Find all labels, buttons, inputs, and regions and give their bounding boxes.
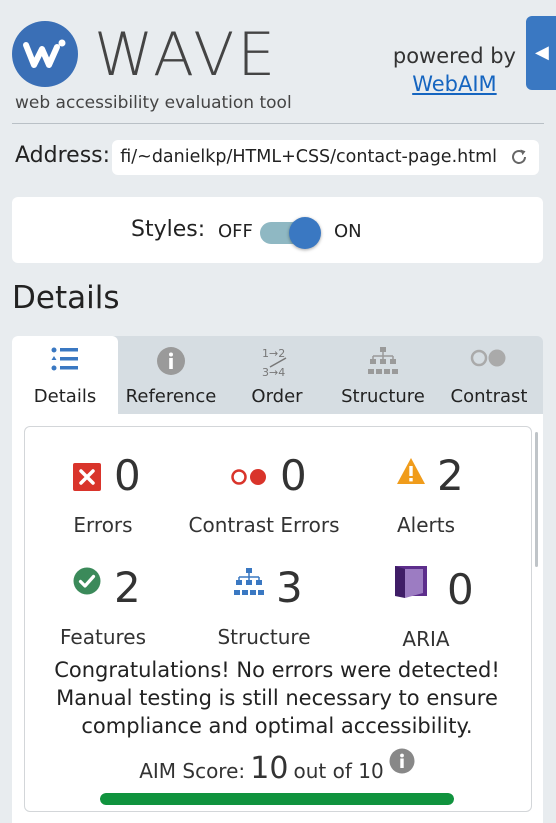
info-icon[interactable] [389,748,415,774]
aim-score-bar-fill [100,793,454,805]
feature-icon [73,567,101,595]
tab-contrast[interactable]: Contrast [436,336,542,414]
header-divider [12,123,544,124]
error-icon [73,463,101,491]
structure-count: 3 [276,563,303,612]
stat-errors[interactable]: 0 Errors [18,451,188,537]
structure-label: Structure [217,625,311,649]
app-title: WAVE [94,20,279,90]
styles-toggle-knob[interactable] [289,217,321,249]
svg-text:3→4: 3→4 [262,366,285,378]
stat-aria[interactable]: 0 ARIA [341,563,511,651]
features-count: 2 [114,563,141,612]
order-icon: 1→2 3→4 [262,347,287,378]
stat-structure[interactable]: 3 Structure [179,563,349,649]
tab-bar: Details Reference 1→2 3→4 Order Structur… [12,336,543,414]
tab-details-label: Details [33,386,97,407]
aria-label: ARIA [402,627,450,651]
tab-order[interactable]: 1→2 3→4 Order [224,336,330,414]
styles-off-label: OFF [218,221,253,242]
tab-reference[interactable]: Reference [118,336,224,414]
contrast-errors-count: 0 [280,451,307,500]
stat-contrast-errors[interactable]: 0 Contrast Errors [179,451,349,537]
congrats-message: Congratulations! No errors were detected… [54,658,500,738]
wave-logo-icon [23,39,66,68]
address-input[interactable]: fi/~danielkp/HTML+CSS/contact-page.html [120,147,497,167]
alerts-count: 2 [437,451,464,500]
address-field[interactable]: fi/~danielkp/HTML+CSS/contact-page.html [112,140,539,175]
powered-by-text: powered by [392,44,516,68]
tab-structure[interactable]: Structure [330,336,436,414]
contrast-error-icon [231,469,266,485]
tab-order-label: Order [251,386,303,407]
powered-by: powered by WebAIM [393,42,516,98]
aim-score-label: AIM Score: [139,759,246,783]
aim-score-out-of: out of 10 [293,759,384,783]
aria-icon [395,566,427,598]
contrast-errors-label: Contrast Errors [188,513,340,537]
info-icon [157,347,185,375]
aim-score-value: 10 [250,751,289,786]
aim-score-bar [100,793,454,805]
app-tagline: web accessibility evaluation tool [15,93,292,113]
styles-label: Styles: [131,217,206,242]
styles-on-label: ON [334,221,362,242]
stat-alerts[interactable]: 2 Alerts [341,451,511,537]
panel-scrollbar[interactable] [535,432,538,567]
errors-count: 0 [114,451,141,500]
tab-details[interactable]: Details [12,336,118,414]
features-label: Features [60,625,146,649]
collapse-sidebar-button[interactable]: ◀ [526,16,556,90]
tab-contrast-label: Contrast [450,386,528,407]
section-title: Details [12,280,120,316]
address-label: Address: [15,143,111,168]
errors-label: Errors [73,513,133,537]
alerts-label: Alerts [396,513,456,537]
aim-score: AIM Score: 10 out of 10 [24,748,530,786]
svg-text:1→2: 1→2 [262,347,285,360]
triangle-left-icon: ◀ [535,42,549,63]
aria-count: 0 [447,565,474,614]
stat-features[interactable]: 2 Features [18,563,188,649]
reload-icon[interactable] [509,147,529,167]
wave-logo [12,21,78,87]
styles-panel: Styles: OFF ON [12,197,543,263]
tab-reference-label: Reference [125,386,217,407]
list-icon [51,347,78,371]
webaim-link[interactable]: WebAIM [393,70,516,98]
contrast-icon [470,349,506,367]
structure-stat-icon [234,568,264,595]
alert-icon [397,458,425,484]
tab-structure-label: Structure [341,386,425,407]
structure-icon [368,347,398,374]
